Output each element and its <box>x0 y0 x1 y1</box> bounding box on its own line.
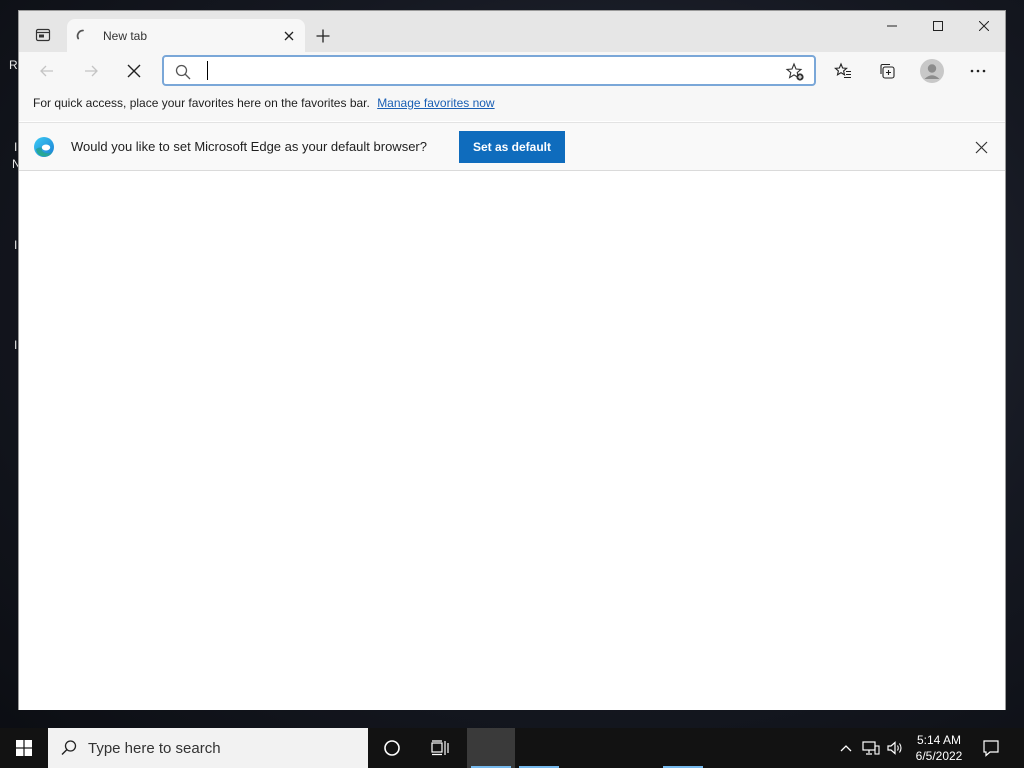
favorites-bar-hint: For quick access, place your favorites h… <box>33 96 370 110</box>
show-hidden-icons-button[interactable] <box>834 728 858 768</box>
taskbar-app-active[interactable] <box>467 728 515 768</box>
manage-favorites-link[interactable]: Manage favorites now <box>377 96 494 110</box>
tab-title: New tab <box>103 28 148 43</box>
desktop-icon-label: R <box>9 58 18 72</box>
edge-logo-icon <box>34 137 54 157</box>
star-add-icon <box>785 62 804 81</box>
close-icon <box>979 21 989 31</box>
taskbar-app[interactable] <box>515 728 563 768</box>
page-content-area[interactable] <box>19 172 1005 710</box>
infobar-close-button[interactable] <box>971 137 991 157</box>
desktop-icon-label: I <box>14 238 18 252</box>
maximize-button[interactable] <box>915 11 961 41</box>
arrow-right-icon <box>85 65 98 77</box>
infobar-message: Would you like to set Microsoft Edge as … <box>71 139 427 154</box>
volume-button[interactable] <box>883 728 907 768</box>
taskbar: Type here to search 5:14 AM 6/5/2022 <box>0 728 1024 768</box>
favorites-button[interactable] <box>828 56 858 86</box>
default-browser-infobar: Would you like to set Microsoft Edge as … <box>19 122 1005 171</box>
windows-logo-icon <box>16 740 32 756</box>
network-icon <box>862 741 880 755</box>
profile-button[interactable] <box>917 56 947 86</box>
stop-loading-button[interactable] <box>119 56 149 86</box>
collections-button[interactable] <box>872 56 902 86</box>
close-icon <box>127 64 141 78</box>
search-icon <box>61 740 77 755</box>
arrow-left-icon <box>40 65 53 77</box>
plus-icon <box>316 29 330 43</box>
close-icon <box>975 141 987 153</box>
minimize-button[interactable] <box>869 11 915 41</box>
search-icon <box>174 63 192 81</box>
favorites-bar: For quick access, place your favorites h… <box>19 89 1005 121</box>
navigation-toolbar <box>19 52 1005 89</box>
tab-actions-button[interactable] <box>27 21 59 49</box>
minimize-icon <box>887 25 897 27</box>
task-view-button[interactable] <box>416 728 464 768</box>
address-bar[interactable] <box>162 55 816 86</box>
collections-icon <box>880 63 895 79</box>
notification-icon <box>983 740 999 757</box>
tab-new-tab[interactable]: New tab <box>67 19 305 52</box>
cortana-button[interactable] <box>368 728 416 768</box>
text-caret <box>207 61 208 80</box>
loading-spinner-icon <box>75 28 91 44</box>
more-icon <box>970 69 986 73</box>
avatar <box>920 59 944 83</box>
new-tab-button[interactable] <box>309 23 337 49</box>
settings-more-button[interactable] <box>963 56 993 86</box>
taskbar-search-placeholder: Type here to search <box>88 739 221 757</box>
taskbar-app[interactable] <box>659 728 707 768</box>
network-button[interactable] <box>859 728 883 768</box>
system-clock[interactable]: 5:14 AM 6/5/2022 <box>906 732 972 764</box>
address-input[interactable] <box>204 61 764 81</box>
start-button[interactable] <box>0 728 48 768</box>
favorites-list-icon <box>834 62 851 79</box>
cortana-circle-icon <box>384 740 400 756</box>
back-button[interactable] <box>32 56 62 86</box>
tab-actions-icon <box>35 28 51 42</box>
maximize-icon <box>933 21 943 31</box>
clock-date: 6/5/2022 <box>915 749 963 763</box>
chevron-up-icon <box>840 745 852 752</box>
edge-browser-window: New tab For quick access, place your fav… <box>18 10 1006 710</box>
title-bar: New tab <box>19 11 1005 52</box>
desktop-icon-label: I <box>14 140 18 154</box>
forward-button[interactable] <box>76 56 106 86</box>
close-icon <box>284 31 294 40</box>
action-center-button[interactable] <box>979 728 1003 768</box>
speaker-icon <box>887 741 902 755</box>
clock-time: 5:14 AM <box>916 733 962 747</box>
taskbar-search-box[interactable]: Type here to search <box>48 728 368 768</box>
close-window-button[interactable] <box>961 11 1007 41</box>
set-as-default-button[interactable]: Set as default <box>459 131 565 163</box>
add-favorite-button[interactable] <box>784 61 806 83</box>
tab-close-button[interactable] <box>277 24 301 48</box>
desktop-icon-label: I <box>14 338 18 352</box>
task-view-icon <box>431 740 449 756</box>
